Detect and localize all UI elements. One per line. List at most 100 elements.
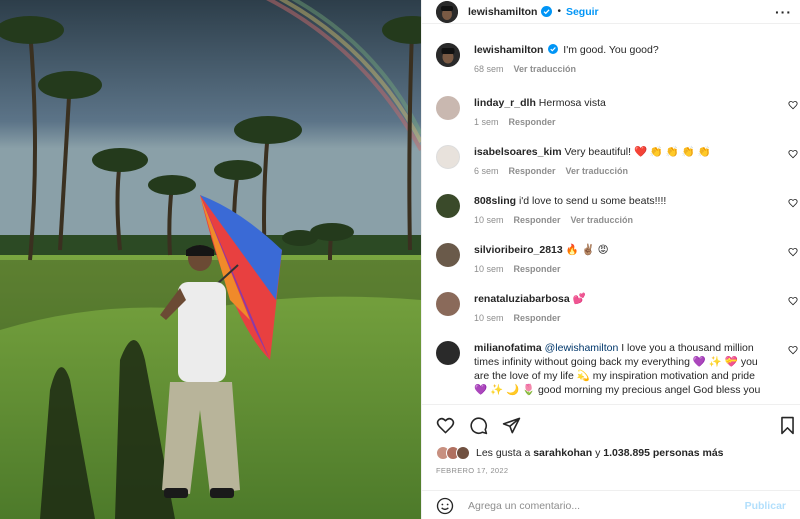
like-comment-heart-icon[interactable] — [788, 149, 798, 159]
comment-body: silvioribeiro_2813 🔥 ✌🏽 😡 10 sem Respond… — [474, 243, 786, 274]
comment-body: renataluziabarbosa 💕 10 sem Responder — [474, 292, 786, 323]
comment-text-line: renataluziabarbosa 💕 — [474, 292, 766, 306]
like-comment-heart-icon[interactable] — [788, 345, 798, 355]
comment-text-line: milianofatima @lewishamilton I love you … — [474, 341, 766, 397]
translate-button[interactable]: Ver traducción — [514, 64, 577, 74]
caption-text-line: lewishamilton I'm good. You good? — [474, 43, 766, 57]
post-panel: lewishamilton • Seguir ··· lewishamilton — [421, 0, 800, 519]
follow-button[interactable]: Seguir — [566, 6, 599, 18]
reply-button[interactable]: Responder — [514, 215, 561, 225]
comment-text: 💕 — [572, 293, 586, 305]
comment-item: isabelsoares_kim Very beautiful! ❤️ 👏 👏 … — [422, 145, 800, 176]
comment-age: 10 sem — [474, 313, 504, 323]
comment-composer: Publicar — [422, 490, 800, 519]
like-comment-heart-icon[interactable] — [788, 296, 798, 306]
liker-avatar — [456, 446, 470, 460]
like-comment-heart-icon[interactable] — [788, 247, 798, 257]
commenter-avatar[interactable] — [436, 243, 460, 267]
likes-first-user[interactable]: sarahkohan — [533, 447, 592, 459]
comment-meta: 10 sem Responder Ver traducción — [474, 215, 766, 225]
commenter-username[interactable]: renataluziabarbosa — [474, 293, 570, 305]
verified-badge-icon — [541, 6, 553, 17]
comment-item: 808sling i'd love to send u some beats!!… — [422, 194, 800, 225]
comment-age: 6 sem — [474, 166, 499, 176]
separator-dot: • — [557, 6, 561, 17]
comment-age: 1 sem — [474, 117, 499, 127]
commenter-avatar[interactable] — [436, 145, 460, 169]
caption-body: lewishamilton I'm good. You good? 68 sem… — [474, 43, 786, 74]
comment-body: 808sling i'd love to send u some beats!!… — [474, 194, 786, 225]
comment-input[interactable] — [468, 499, 745, 512]
caption-username[interactable]: lewishamilton — [474, 44, 543, 56]
post-photo[interactable] — [0, 0, 421, 519]
comment-age: 10 sem — [474, 215, 504, 225]
commenter-avatar[interactable] — [436, 341, 460, 365]
like-comment-heart-icon[interactable] — [788, 198, 798, 208]
comment-text: Hermosa vista — [538, 97, 606, 109]
post-photo-illustration — [0, 0, 421, 519]
comments-list[interactable]: lewishamilton I'm good. You good? 68 sem… — [422, 39, 800, 404]
comment-bubble-icon[interactable] — [469, 416, 488, 435]
comment-text-line: isabelsoares_kim Very beautiful! ❤️ 👏 👏 … — [474, 145, 766, 159]
likes-others[interactable]: 1.038.895 personas más — [603, 447, 723, 459]
like-heart-icon[interactable] — [436, 416, 455, 435]
comment-meta: 10 sem Responder — [474, 313, 766, 323]
comment-text-line: linday_r_dlh Hermosa vista — [474, 96, 766, 110]
reply-button[interactable]: Responder — [514, 264, 561, 274]
caption-text: I'm good. You good? — [563, 44, 659, 56]
comment-body: isabelsoares_kim Very beautiful! ❤️ 👏 👏 … — [474, 145, 786, 176]
comment-text-line: 808sling i'd love to send u some beats!!… — [474, 194, 766, 208]
publish-button[interactable]: Publicar — [745, 500, 786, 512]
comment-meta: 10 sem Responder — [474, 264, 766, 274]
post-actions: Les gusta a sarahkohan y 1.038.895 perso… — [422, 404, 800, 519]
comment-text: Very beautiful! ❤️ 👏 👏 👏 👏 — [564, 146, 711, 158]
avatar-image-icon — [436, 0, 458, 23]
comment-text: 🔥 ✌🏽 😡 — [565, 244, 609, 256]
reply-button[interactable]: Responder — [509, 166, 556, 176]
reply-button[interactable]: Responder — [514, 313, 561, 323]
comment-mention[interactable]: @lewishamilton — [545, 342, 619, 354]
verified-badge-icon — [548, 44, 559, 54]
reply-button[interactable]: Responder — [509, 117, 556, 127]
comment-item: milianofatima @lewishamilton I love you … — [422, 341, 800, 397]
comment-item: silvioribeiro_2813 🔥 ✌🏽 😡 10 sem Respond… — [422, 243, 800, 274]
commenter-username[interactable]: 808sling — [474, 195, 516, 207]
likes-prefix: Les gusta a — [476, 447, 531, 459]
save-bookmark-icon[interactable] — [778, 416, 797, 435]
comment-text: i'd love to send u some beats!!!! — [518, 195, 667, 207]
author-avatar-caption[interactable] — [436, 43, 460, 67]
like-comment-heart-icon[interactable] — [788, 100, 798, 110]
comment-meta: 1 sem Responder — [474, 117, 766, 127]
post-date[interactable]: FEBRERO 17, 2022 — [422, 466, 800, 475]
commenter-avatar[interactable] — [436, 96, 460, 120]
author-username[interactable]: lewishamilton — [468, 6, 537, 18]
post-header: lewishamilton • Seguir ··· — [422, 0, 800, 24]
post-caption: lewishamilton I'm good. You good? 68 sem… — [422, 43, 800, 74]
avatar-image-icon — [436, 43, 460, 67]
translate-button[interactable]: Ver traducción — [571, 215, 634, 225]
likes-summary: Les gusta a sarahkohan y 1.038.895 perso… — [422, 445, 800, 461]
comment-age: 10 sem — [474, 264, 504, 274]
likers-avatars[interactable] — [436, 446, 470, 460]
author-avatar[interactable] — [436, 0, 458, 23]
commenter-avatar[interactable] — [436, 194, 460, 218]
likes-connector: y — [595, 447, 601, 459]
share-paper-plane-icon[interactable] — [502, 416, 521, 435]
comment-text-line: silvioribeiro_2813 🔥 ✌🏽 😡 — [474, 243, 766, 257]
commenter-username[interactable]: isabelsoares_kim — [474, 146, 562, 158]
caption-meta: 68 sem Ver traducción — [474, 64, 766, 74]
comment-body: milianofatima @lewishamilton I love you … — [474, 341, 786, 397]
caption-age: 68 sem — [474, 64, 504, 74]
translate-button[interactable]: Ver traducción — [566, 166, 629, 176]
commenter-username[interactable]: silvioribeiro_2813 — [474, 244, 563, 256]
action-icons-row — [422, 405, 800, 445]
comment-item: renataluziabarbosa 💕 10 sem Responder — [422, 292, 800, 323]
comment-item: linday_r_dlh Hermosa vista 1 sem Respond… — [422, 96, 800, 127]
comment-body: linday_r_dlh Hermosa vista 1 sem Respond… — [474, 96, 786, 127]
more-options-icon[interactable]: ··· — [775, 4, 792, 20]
comment-meta: 6 sem Responder Ver traducción — [474, 166, 766, 176]
emoji-smiley-icon[interactable] — [436, 497, 454, 515]
commenter-avatar[interactable] — [436, 292, 460, 316]
commenter-username[interactable]: linday_r_dlh — [474, 97, 536, 109]
commenter-username[interactable]: milianofatima — [474, 342, 542, 354]
